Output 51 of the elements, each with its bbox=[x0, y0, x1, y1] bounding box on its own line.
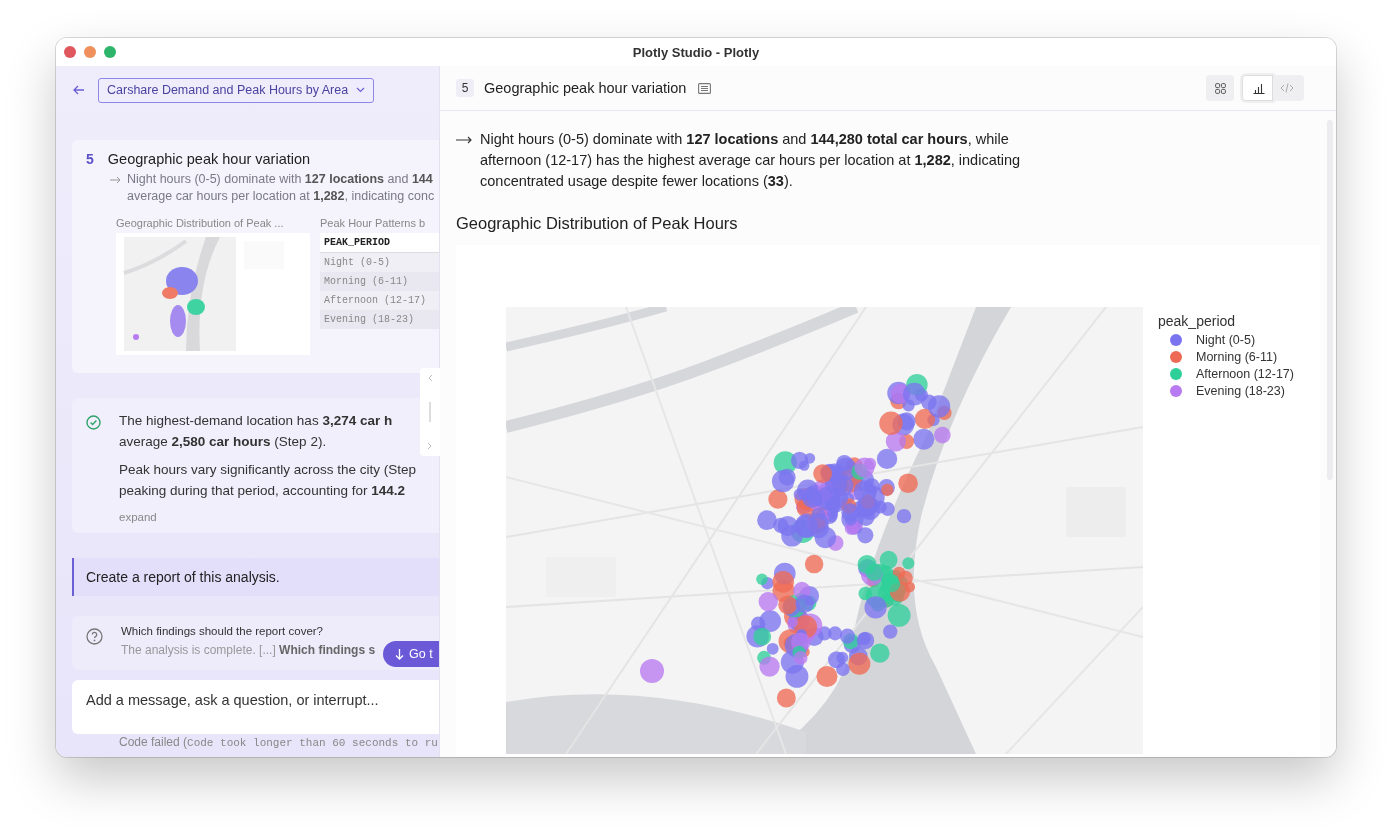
step-card[interactable] bbox=[72, 140, 440, 373]
bar-chart-icon bbox=[1253, 82, 1265, 94]
close-window-button[interactable] bbox=[64, 46, 76, 58]
grid-icon bbox=[1214, 82, 1226, 94]
user-message: Create a report of this analysis. bbox=[72, 558, 440, 596]
table-cell: Evening (18-23) bbox=[320, 310, 440, 329]
notes-icon[interactable] bbox=[698, 82, 712, 94]
question-preview: The analysis is complete. [...] Which findings s bbox=[121, 643, 376, 657]
legend-label[interactable]: Night (0-5) bbox=[1196, 333, 1256, 347]
chart-title: Geographic Distribution of Peak Hours bbox=[456, 214, 739, 233]
code-icon bbox=[1280, 83, 1294, 93]
chart-view-button[interactable] bbox=[1242, 75, 1273, 101]
log-line: Code failed (Code took longer than 60 seconds to ru bbox=[119, 735, 439, 749]
legend-label[interactable]: Evening (18-23) bbox=[1196, 384, 1285, 398]
thumbnail-title: Geographic Distribution of Peak ... bbox=[116, 217, 285, 229]
question-title: Which findings should the report cover? bbox=[121, 625, 324, 637]
table-cell: Afternoon (12-17) bbox=[320, 291, 440, 310]
table-cell: Night (0-5) bbox=[320, 253, 440, 272]
thumbnail-title: Peak Hour Patterns b bbox=[320, 217, 427, 229]
back-arrow-icon[interactable] bbox=[73, 85, 85, 95]
step-title: Geographic peak hour variation bbox=[107, 151, 311, 167]
panel-title: Geographic peak hour variation bbox=[484, 80, 687, 96]
finding-text: The highest-demand location has 3,274 car h bbox=[119, 412, 394, 430]
chevron-left-icon bbox=[427, 374, 433, 382]
finding-text: Peak hours vary significantly across the city (Step bbox=[119, 461, 417, 479]
caret-icon bbox=[356, 87, 366, 93]
panel-toggle[interactable] bbox=[420, 368, 440, 456]
chevron-right-icon bbox=[427, 442, 433, 450]
step-number: 5 bbox=[86, 151, 94, 167]
question-icon bbox=[86, 628, 103, 645]
arrow-icon bbox=[456, 136, 472, 144]
project-dropdown[interactable]: Carshare Demand and Peak Hours by Area bbox=[98, 77, 375, 103]
down-arrow-icon bbox=[395, 648, 404, 660]
legend-title: peak_period bbox=[1158, 313, 1237, 329]
summary-text: Night hours (0-5) dominate with 127 locations and 144,280 total car hours, while afternoon (12-17) has the highest average car hours per location at 1,282, indicating concentrated usage despite fewer locations (33). bbox=[480, 130, 1022, 191]
minimize-window-button[interactable] bbox=[84, 46, 96, 58]
grid-view-button[interactable] bbox=[1206, 75, 1234, 101]
legend-label[interactable]: Afternoon (12-17) bbox=[1196, 367, 1294, 381]
table-cell: Morning (6-11) bbox=[320, 272, 440, 291]
legend-label[interactable]: Morning (6-11) bbox=[1196, 350, 1278, 364]
summary-text: Night hours (0-5) dominate with 127 locations and 144 bbox=[127, 171, 434, 188]
window-title: Plotly Studio - Plotly bbox=[632, 44, 760, 60]
zoom-window-button[interactable] bbox=[104, 46, 116, 58]
table-header: PEAK_PERIOD bbox=[320, 233, 440, 253]
summary-text: average car hours per location at 1,282, indicating conc bbox=[127, 188, 435, 205]
go-to-button[interactable]: Go t bbox=[383, 641, 440, 667]
arrow-icon bbox=[110, 176, 121, 184]
message-field[interactable]: Add a message, ask a question, or interrupt... bbox=[72, 680, 440, 734]
finding-text: average 2,580 car hours (Step 2). bbox=[119, 433, 328, 451]
step-number: 5 bbox=[456, 79, 474, 97]
finding-text: peaking during that period, accounting for 144.2 bbox=[119, 482, 406, 500]
